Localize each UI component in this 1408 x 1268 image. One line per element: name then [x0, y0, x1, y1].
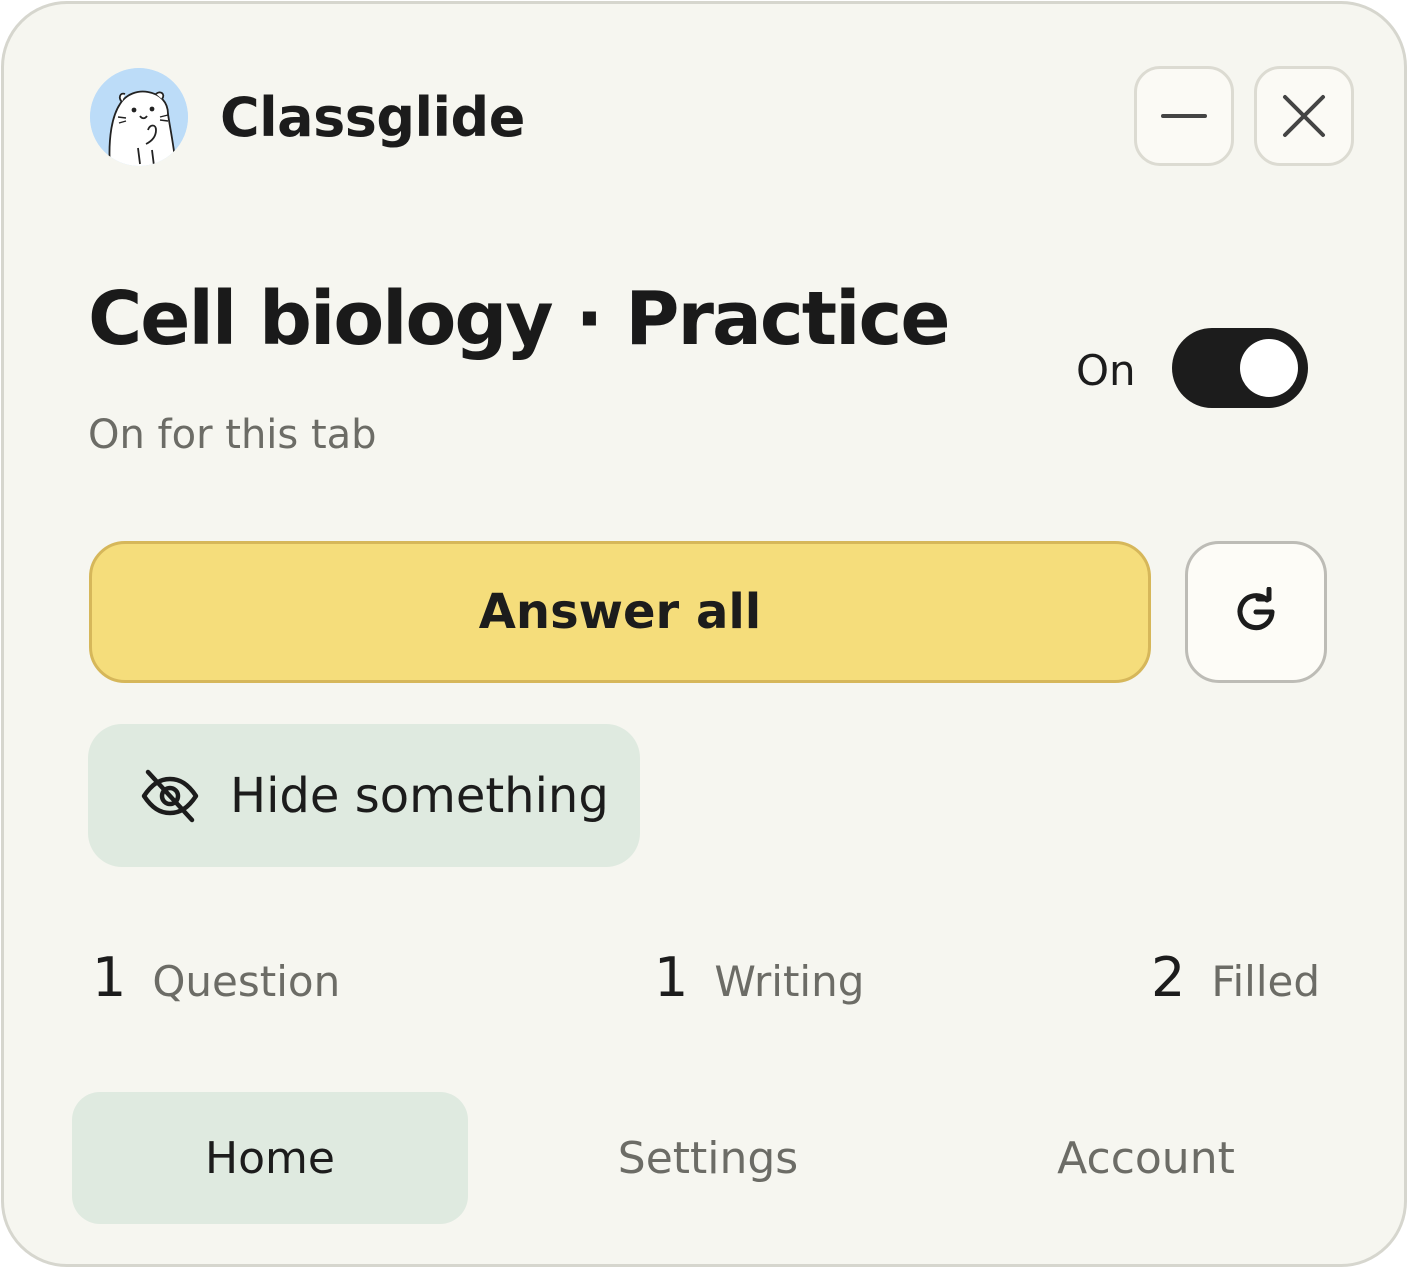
toggle-knob [1240, 339, 1298, 397]
tab-home[interactable]: Home [72, 1092, 468, 1224]
answer-all-button[interactable]: Answer all [89, 541, 1151, 683]
stat-label: Writing [714, 957, 865, 1006]
popup-panel: Classglide Cell biology · Practice On fo… [1, 1, 1407, 1267]
app-title: Classglide [220, 86, 525, 149]
stat-questions: 1 Question [92, 946, 340, 1009]
stat-count: 2 [1151, 946, 1186, 1009]
toggle-label: On [1076, 346, 1136, 395]
refresh-button[interactable] [1185, 541, 1327, 683]
mascot-avatar [90, 68, 188, 166]
close-button[interactable] [1254, 66, 1354, 166]
minus-icon [1161, 93, 1207, 139]
answer-all-label: Answer all [478, 584, 762, 640]
tab-account[interactable]: Account [948, 1092, 1344, 1224]
hide-something-button[interactable]: Hide something [88, 724, 640, 867]
refresh-icon [1231, 587, 1281, 637]
status-subtitle: On for this tab [88, 412, 377, 458]
close-icon [1281, 93, 1327, 139]
stat-filled: 2 Filled [1151, 946, 1320, 1009]
stat-count: 1 [92, 946, 127, 1009]
stat-label: Question [152, 957, 341, 1006]
enable-toggle[interactable] [1172, 328, 1308, 408]
stat-label: Filled [1211, 957, 1320, 1006]
page-title: Cell biology · Practice [88, 276, 951, 362]
stat-writing: 1 Writing [654, 946, 864, 1009]
hide-something-label: Hide something [230, 767, 609, 824]
minimize-button[interactable] [1134, 66, 1234, 166]
eye-off-icon [140, 766, 200, 826]
stat-count: 1 [654, 946, 689, 1009]
tab-settings[interactable]: Settings [510, 1092, 906, 1224]
